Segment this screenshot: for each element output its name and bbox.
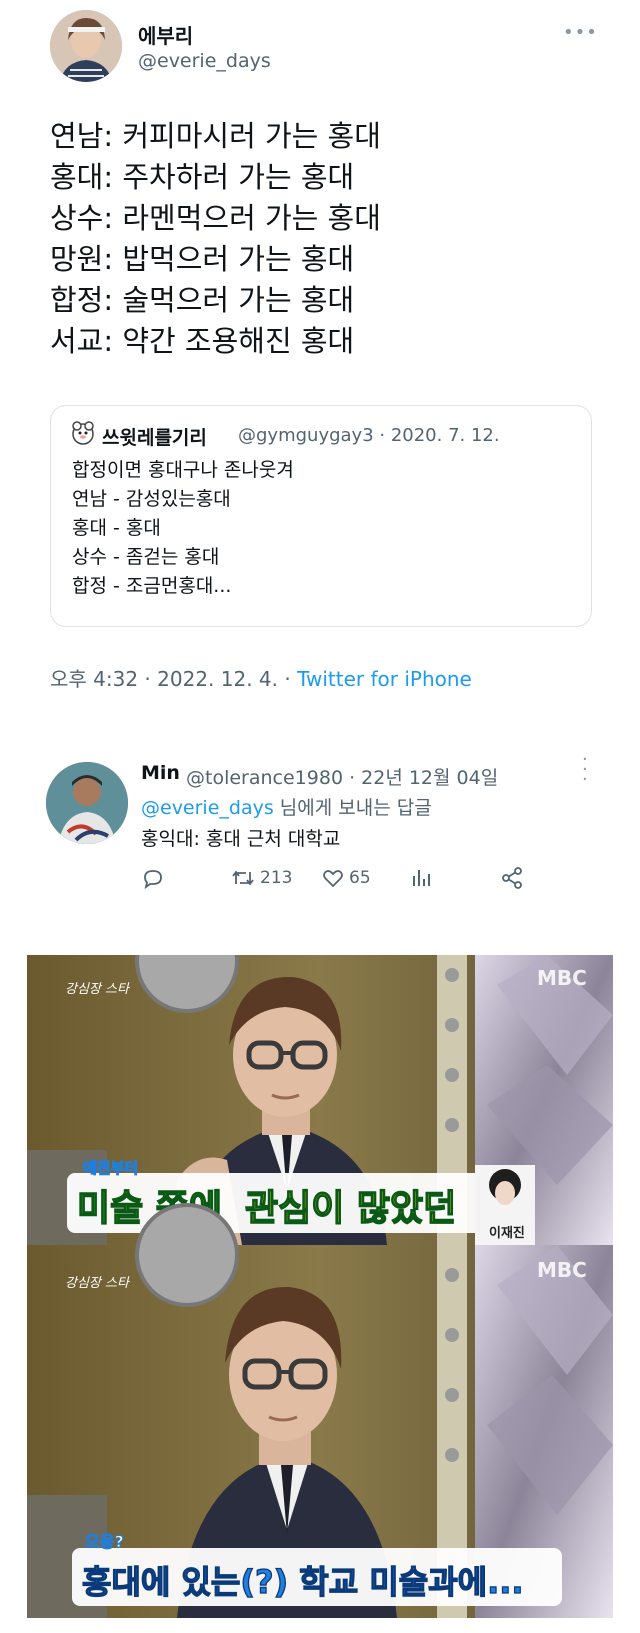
analytics-button[interactable] [410,866,434,890]
retweet-count: 213 [260,868,293,888]
author-avatar[interactable] [50,10,122,82]
caption-1b: 관심이 많았던 [245,1188,456,1229]
retweet-button[interactable]: 213 [230,866,292,890]
quote-text-line: 홍대 - 홍대 [72,517,161,539]
replying-to: @everie_days 님에게 보내는 답글 [141,793,432,820]
tweet-text-line: 서교: 약간 조용해진 홍대 [50,324,355,358]
quote-text-line: 합정이면 홍대구나 존나웃겨 [72,459,294,481]
share-button[interactable] [500,866,524,890]
tweet-text-line: 합정: 술먹으러 가는 홍대 [50,283,355,317]
retweet-icon [232,870,254,886]
attached-image[interactable]: 강심장 스타 MBC 이재진 예전부터 미술 쪽에 관심이 많았던 강심장 스타… [27,955,613,1618]
author-display-name[interactable]: 에부리 [138,20,193,49]
tweet-source-link[interactable]: Twitter for iPhone [297,667,472,691]
reply-author-meta: @tolerance1980 · 22년 12월 04일 [186,767,499,789]
reply-author-name[interactable]: Min [141,762,180,784]
mbc-logo-1: MBC [537,966,587,990]
tweet-text-line: 홍대: 주차하러 가는 홍대 [50,160,355,194]
svg-text:강심장 스타: 강심장 스타 [65,982,131,997]
reply-button[interactable] [141,866,165,890]
reply-author-avatar[interactable] [46,762,128,844]
quote-tweet-text: 합정이면 홍대구나 존나웃겨 연남 - 감성있는홍대 홍대 - 홍대 상수 - … [72,456,294,601]
comment-icon [144,870,162,890]
more-horizontal-icon[interactable]: ••• [563,22,598,43]
quote-author-name[interactable]: 쓰윗레를기리 [102,423,207,450]
quote-text-line: 합정 - 조금먼홍대... [72,575,232,597]
tweet-timestamp: 오후 4:32 · 2022. 12. 4. · Twitter for iPh… [50,663,472,692]
reply-text: 홍익대: 홍대 근처 대학교 [141,828,341,850]
reply-mention-link[interactable]: @everie_days [141,797,274,819]
analytics-icon [413,870,430,886]
share-icon [502,867,522,889]
tweet-text-line: 연남: 커피마시러 가는 홍대 [50,119,381,153]
svg-text:강심장 스타: 강심장 스타 [65,1276,131,1291]
caption-2: 홍대에 있는(?) 학교 미술과에... [82,1563,524,1601]
caption-name-tag: 이재진 [489,1225,525,1241]
quote-text-line: 상수 - 좀걷는 홍대 [72,546,220,568]
tweet-text-line: 상수: 라멘먹으러 가는 홍대 [50,201,381,235]
timestamp-text: 오후 4:32 · 2022. 12. 4. · [50,667,298,691]
author-handle[interactable]: @everie_days [138,50,271,72]
mbc-logo-2: MBC [537,1258,587,1282]
quote-author-meta: @gymguygay3 · 2020. 7. 12. [238,425,500,446]
quote-author-avatar[interactable] [70,420,96,446]
like-count: 65 [349,868,371,888]
tweet-text: 연남: 커피마시러 가는 홍대 홍대: 주차하러 가는 홍대 상수: 라멘먹으러… [50,116,381,362]
heart-icon [323,870,343,888]
caption-small-1: 예전부터 [83,1159,138,1177]
reply-to-suffix: 님에게 보내는 답글 [273,797,432,819]
quote-text-line: 연남 - 감성있는홍대 [72,488,231,510]
tweet-text-line: 망원: 밥먹으러 가는 홍대 [50,242,355,276]
more-vertical-icon[interactable]: · · · [582,751,588,789]
caption-small-2: 으응? [85,1532,124,1551]
like-button[interactable]: 65 [321,866,371,890]
